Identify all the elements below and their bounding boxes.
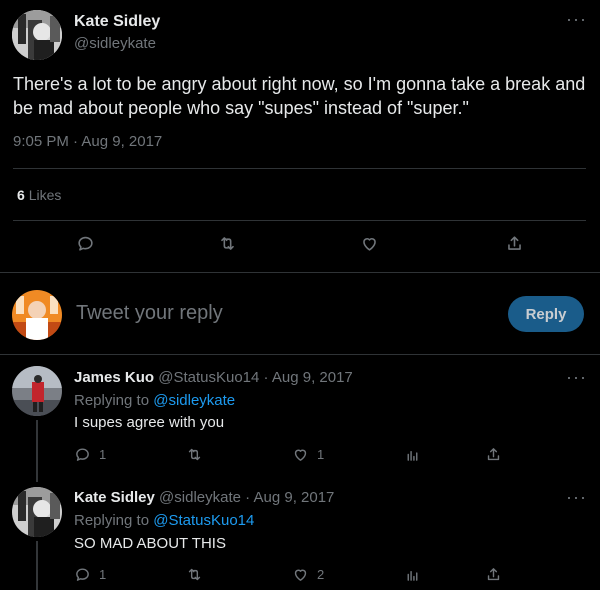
divider bbox=[13, 220, 586, 221]
reply-author-handle[interactable]: @StatusKuo14 bbox=[158, 369, 259, 386]
more-options-icon[interactable]: ··· bbox=[566, 488, 587, 506]
tweet-timestamp[interactable]: 9:05 PM · Aug 9, 2017 bbox=[13, 133, 162, 150]
replying-to-label: Replying to bbox=[74, 512, 150, 529]
reply-author-avatar[interactable] bbox=[12, 487, 62, 537]
reply-header: Kate Sidley @sidleykate · Aug 9, 2017 bbox=[74, 489, 334, 506]
author-handle[interactable]: @sidleykate bbox=[74, 35, 156, 52]
analytics-icon bbox=[407, 450, 418, 461]
reply-action[interactable]: 1 bbox=[74, 566, 106, 583]
retweet-action[interactable] bbox=[186, 446, 203, 463]
tweet-text: There's a lot to be angry about right no… bbox=[13, 74, 586, 118]
reply-author-handle[interactable]: @sidleykate bbox=[159, 489, 241, 506]
retweet-action[interactable] bbox=[218, 234, 237, 253]
comment-icon bbox=[76, 448, 89, 461]
reply-text: I supes agree with you bbox=[74, 414, 225, 431]
divider bbox=[13, 168, 586, 169]
current-user-avatar[interactable] bbox=[12, 290, 62, 340]
likes-label: Likes bbox=[28, 187, 62, 203]
retweet-action[interactable] bbox=[186, 566, 203, 583]
more-options-icon[interactable]: ··· bbox=[566, 10, 587, 28]
reply-author-avatar[interactable] bbox=[12, 366, 62, 416]
replying-to-link[interactable]: @sidleykate bbox=[153, 392, 235, 409]
replying-to-label: Replying to bbox=[74, 392, 150, 409]
retweet-icon bbox=[188, 568, 201, 581]
reply-date[interactable]: · Aug 9, 2017 bbox=[245, 489, 334, 506]
retweet-icon bbox=[221, 237, 234, 250]
like-count: 2 bbox=[317, 567, 325, 582]
likes-stat[interactable]: 6 Likes bbox=[17, 187, 61, 203]
share-action[interactable] bbox=[485, 446, 502, 463]
replying-to-line: Replying to @sidleykate bbox=[74, 392, 235, 409]
reply-author-name[interactable]: Kate Sidley bbox=[74, 489, 155, 506]
comment-icon bbox=[76, 568, 89, 581]
replying-to-link[interactable]: @StatusKuo14 bbox=[153, 512, 254, 529]
reply-date[interactable]: · Aug 9, 2017 bbox=[264, 369, 353, 386]
share-icon bbox=[487, 448, 500, 461]
heart-icon bbox=[294, 569, 307, 581]
share-icon bbox=[508, 236, 521, 250]
divider bbox=[0, 272, 600, 273]
retweet-icon bbox=[188, 448, 201, 461]
reply-author-name[interactable]: James Kuo bbox=[74, 369, 154, 386]
author-avatar[interactable] bbox=[12, 10, 62, 60]
likes-count: 6 bbox=[17, 187, 25, 203]
reply-text: SO MAD ABOUT THIS bbox=[74, 535, 226, 552]
more-options-icon[interactable]: ··· bbox=[566, 368, 587, 386]
thread-line bbox=[36, 541, 38, 590]
like-action[interactable] bbox=[360, 234, 379, 253]
analytics-action[interactable] bbox=[404, 566, 421, 583]
like-action[interactable]: 1 bbox=[292, 446, 324, 463]
reply-count: 1 bbox=[99, 567, 107, 582]
analytics-icon bbox=[407, 570, 418, 581]
reply-input[interactable]: Tweet your reply bbox=[76, 302, 476, 325]
reply-header: James Kuo @StatusKuo14 · Aug 9, 2017 bbox=[74, 369, 353, 386]
like-action[interactable]: 2 bbox=[292, 566, 324, 583]
like-count: 1 bbox=[317, 447, 325, 462]
share-action[interactable] bbox=[485, 566, 502, 583]
replying-to-line: Replying to @StatusKuo14 bbox=[74, 512, 254, 529]
comment-icon bbox=[78, 236, 93, 251]
reply-button[interactable]: Reply bbox=[508, 296, 584, 332]
analytics-action[interactable] bbox=[404, 446, 421, 463]
thread-line bbox=[36, 420, 38, 482]
share-action[interactable] bbox=[505, 234, 524, 253]
share-icon bbox=[487, 568, 500, 581]
heart-icon bbox=[294, 449, 307, 461]
reply-action[interactable] bbox=[76, 234, 95, 253]
reply-count: 1 bbox=[99, 447, 107, 462]
divider bbox=[0, 354, 600, 355]
reply-action[interactable]: 1 bbox=[74, 446, 106, 463]
heart-icon bbox=[363, 238, 376, 251]
author-name[interactable]: Kate Sidley bbox=[74, 13, 160, 31]
